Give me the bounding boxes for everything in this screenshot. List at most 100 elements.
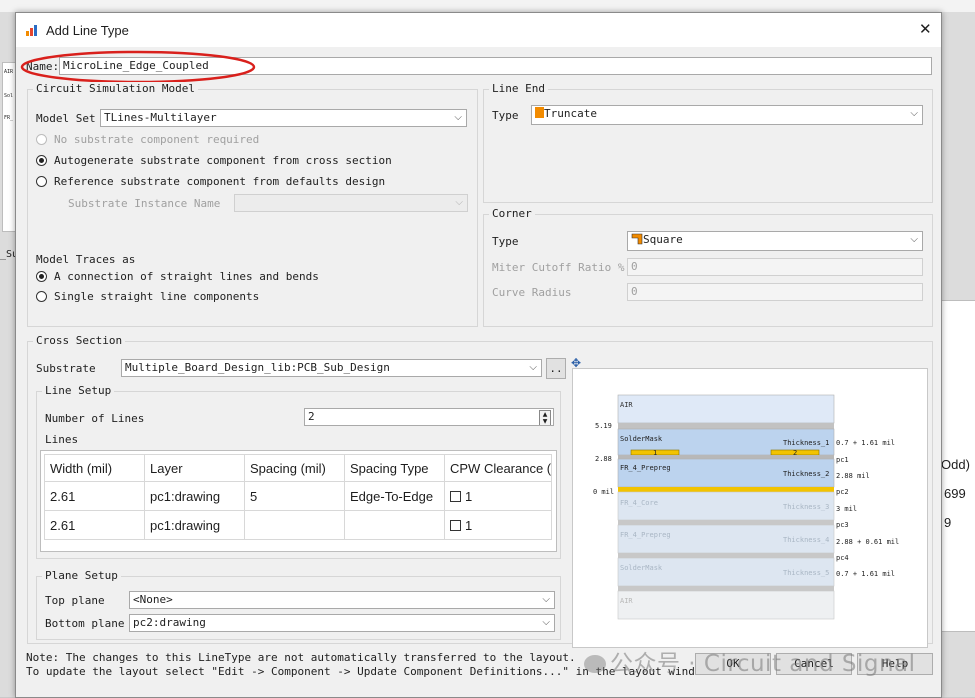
line-end-type-select[interactable]: Truncate ⌵ bbox=[531, 105, 923, 125]
plane-setup-group: Plane Setup Top plane <None> ⌵ Bottom pla… bbox=[36, 569, 561, 640]
cell-spacing[interactable]: 5 bbox=[244, 481, 345, 511]
curve-radius-label: Curve Radius bbox=[492, 286, 572, 299]
corner-title: Corner bbox=[489, 207, 535, 220]
col-spacing-header[interactable]: Spacing (mil) bbox=[244, 454, 345, 482]
right-label: 0.7 + 1.61 mil bbox=[836, 570, 895, 578]
cell-width[interactable]: 2.61 bbox=[44, 481, 145, 511]
background-right-panel: Odd) 699 9 bbox=[940, 300, 975, 632]
layer-label: FR_4_Core bbox=[620, 499, 658, 507]
num-lines-label: Number of Lines bbox=[45, 412, 145, 425]
chevron-down-icon: ⌵ bbox=[542, 594, 550, 605]
chevron-down-icon: ⌵ bbox=[542, 617, 550, 628]
bottom-plane-label: Bottom plane bbox=[45, 617, 125, 630]
app-icon bbox=[26, 25, 37, 36]
radio-autogenerate-label: Autogenerate substrate component from cr… bbox=[54, 154, 392, 167]
layer-thickness: Thickness_2 bbox=[783, 470, 829, 478]
num-lines-input[interactable]: 2 ▲ ▼ bbox=[304, 408, 554, 426]
col-layer-header[interactable]: Layer bbox=[144, 454, 245, 482]
cell-spacing-type[interactable]: Edge-To-Edge bbox=[344, 481, 445, 511]
stackup-diagram: AIR SolderMask Thickness_1 1 2 FR_4_Prep… bbox=[593, 394, 899, 620]
radio-connection[interactable] bbox=[36, 271, 47, 282]
cpw-value: 1 bbox=[465, 517, 473, 533]
right-label: pc1 bbox=[836, 456, 849, 464]
right-label: pc2 bbox=[836, 488, 849, 496]
chevron-down-icon: ⌵ bbox=[910, 234, 918, 245]
radio-reference-label: Reference substrate component from defau… bbox=[54, 175, 386, 188]
dialog-title: Add Line Type bbox=[46, 23, 129, 38]
cpw-checkbox[interactable] bbox=[450, 490, 461, 502]
line-end-group: Line End Type Truncate ⌵ bbox=[483, 82, 933, 203]
circuit-model-title: Circuit Simulation Model bbox=[33, 82, 198, 95]
curve-radius-input[interactable]: 0 bbox=[627, 283, 923, 301]
top-plane-label: Top plane bbox=[45, 594, 105, 607]
substrate-instance-select[interactable]: ⌵ bbox=[234, 194, 468, 212]
truncate-icon bbox=[535, 107, 544, 118]
col-width-header[interactable]: Width (mil) bbox=[44, 454, 145, 482]
corner-type-select[interactable]: Square ⌵ bbox=[627, 231, 923, 251]
cell-layer[interactable]: pc1:drawing bbox=[144, 481, 245, 511]
right-label: 2.88 + 0.61 mil bbox=[836, 538, 899, 546]
line-end-type-label: Type bbox=[492, 109, 519, 122]
cell-cpw[interactable]: 1 bbox=[444, 510, 552, 540]
corner-type-value: Square bbox=[643, 233, 683, 246]
close-icon[interactable]: ✕ bbox=[919, 20, 932, 38]
dim-label: 5.19 bbox=[595, 422, 612, 430]
highlight-ellipse bbox=[20, 50, 256, 84]
layer-label: SolderMask bbox=[620, 564, 663, 572]
right-label: 3 mil bbox=[836, 505, 857, 513]
right-label: pc3 bbox=[836, 521, 849, 529]
corner-group: Corner Type Square ⌵ Miter Cutoff Ratio %… bbox=[483, 207, 933, 327]
miter-label: Miter Cutoff Ratio % bbox=[492, 261, 625, 274]
spinner-icon[interactable]: ▲ ▼ bbox=[539, 410, 551, 425]
stackup-preview: AIR SolderMask Thickness_1 1 2 FR_4_Prep… bbox=[572, 368, 928, 648]
substrate-instance-label: Substrate Instance Name bbox=[68, 197, 221, 210]
plane-pc1 bbox=[618, 455, 834, 459]
substrate-select[interactable]: Multiple_Board_Design_lib:PCB_Sub_Design… bbox=[121, 359, 542, 377]
layer-air-top bbox=[617, 394, 835, 424]
layer-thickness: Thickness_1 bbox=[783, 439, 829, 447]
wechat-icon bbox=[584, 655, 606, 673]
line-end-type-value: Truncate bbox=[544, 107, 597, 120]
bottom-plane-select[interactable]: pc2:drawing ⌵ bbox=[129, 614, 555, 632]
lines-table: Width (mil) Layer Spacing (mil) Spacing … bbox=[44, 454, 552, 540]
miter-input[interactable]: 0 bbox=[627, 258, 923, 276]
col-spacing-type-header[interactable]: Spacing Type bbox=[344, 454, 445, 482]
plane-pc0 bbox=[618, 423, 834, 429]
watermark: 公众号 · Circuit and Signal bbox=[584, 644, 916, 678]
table-header-row: Width (mil) Layer Spacing (mil) Spacing … bbox=[44, 454, 552, 482]
model-traces-label: Model Traces as bbox=[36, 253, 136, 266]
model-set-select[interactable]: TLines-Multilayer ⌵ bbox=[100, 109, 467, 127]
lines-table-container: Width (mil) Layer Spacing (mil) Spacing … bbox=[40, 450, 557, 552]
layer-air-bottom bbox=[617, 590, 835, 620]
top-plane-select[interactable]: <None> ⌵ bbox=[129, 591, 555, 609]
right-label: 0.7 + 1.61 mil bbox=[836, 439, 895, 447]
radio-single[interactable] bbox=[36, 291, 47, 302]
note-line-1: Note: The changes to this LineType are n… bbox=[26, 651, 576, 664]
cell-cpw[interactable]: 1 bbox=[444, 481, 552, 511]
col-cpw-header[interactable]: CPW Clearance (m bbox=[444, 454, 552, 482]
corner-type-label: Type bbox=[492, 235, 519, 248]
cell-layer[interactable]: pc1:drawing bbox=[144, 510, 245, 540]
browse-button[interactable]: .. bbox=[546, 358, 566, 379]
right-label: pc4 bbox=[836, 554, 849, 562]
plane-pc5 bbox=[618, 586, 834, 591]
radio-no-substrate-label: No substrate component required bbox=[54, 133, 260, 146]
chevron-down-icon: ⌵ bbox=[910, 108, 918, 119]
radio-autogenerate[interactable] bbox=[36, 155, 47, 166]
model-set-value: TLines-Multilayer bbox=[104, 111, 217, 124]
cell-width[interactable]: 2.61 bbox=[44, 510, 145, 540]
table-row: 2.61 pc1:drawing 5 Edge-To-Edge 1 bbox=[44, 481, 552, 511]
radio-reference[interactable] bbox=[36, 176, 47, 187]
dim-label: 0 mil bbox=[593, 488, 614, 496]
cpw-checkbox[interactable] bbox=[450, 519, 461, 531]
plane-pc4 bbox=[618, 553, 834, 558]
substrate-value: Multiple_Board_Design_lib:PCB_Sub_Design bbox=[125, 361, 390, 374]
bg-value: 699 bbox=[944, 486, 966, 501]
layer-label: AIR bbox=[620, 401, 633, 409]
square-corner-icon bbox=[631, 233, 643, 245]
line-end-title: Line End bbox=[489, 82, 548, 95]
radio-single-label: Single straight line components bbox=[54, 290, 260, 303]
lines-label: Lines bbox=[45, 433, 79, 446]
radio-no-substrate[interactable] bbox=[36, 134, 47, 145]
dim-label: 2.88 bbox=[595, 455, 612, 463]
